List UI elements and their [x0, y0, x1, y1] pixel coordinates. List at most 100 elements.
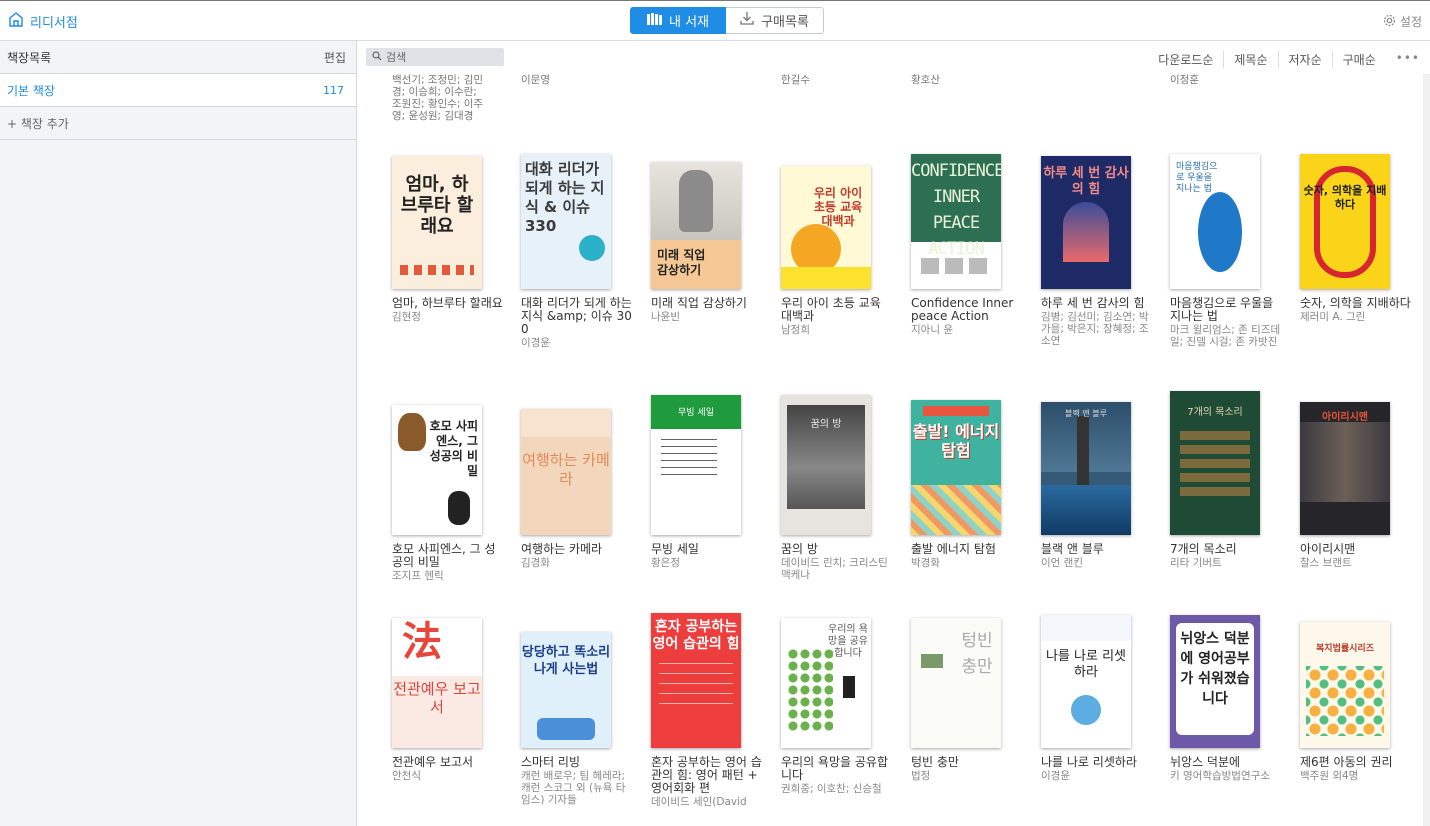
book-item[interactable]: 대화 리더가 되게 하는 지식 & 이슈 330 대화 리더가 되게 하는 지식… — [521, 154, 633, 349]
book-item[interactable]: 호모 사피엔스, 그 성공의 비밀 호모 사피엔스, 그 성공의 비밀 조지프 … — [392, 400, 504, 582]
settings-button[interactable]: 설정 — [1383, 13, 1422, 30]
book-cover[interactable]: 미래 직업 감상하기 — [651, 162, 741, 289]
books-icon — [646, 12, 662, 29]
book-item[interactable]: 뉘앙스 덕분에 영어공부가 쉬워졌습니다 뉘앙스 덕분에 키 영어학습방법연구소 — [1170, 613, 1282, 782]
book-item[interactable]: 꿈의 방 꿈의 방 데이비드 린치; 크리스틴 맥케나 — [781, 395, 893, 581]
book-cover[interactable]: 출발! 에너지 탐험 — [911, 400, 1001, 535]
book-cover[interactable]: 당당하고 똑소리나게 사는법 — [521, 632, 611, 748]
shelf-name: 기본 책장 — [7, 83, 55, 98]
book-item[interactable]: 출발! 에너지 탐험 출발 에너지 탐험 박경화 — [911, 400, 1023, 569]
scrollbar[interactable] — [1423, 74, 1430, 826]
book-item[interactable]: 마음챙김으로 우울을 지나는 법 마음챙김으로 우울을 지나는 법 마크 윌리엄… — [1170, 154, 1282, 348]
book-cover[interactable]: 뉘앙스 덕분에 영어공부가 쉬워졌습니다 — [1170, 615, 1260, 748]
book-title: 출발 에너지 탐험 — [911, 542, 996, 556]
book-cover[interactable]: 블랙 앤 블루 — [1041, 402, 1131, 535]
book-cover[interactable]: 숫자, 의학을 지배하다 — [1300, 154, 1390, 289]
book-item[interactable]: 우리의 욕망을 공유합니다 우리의 욕망을 공유합니다 권희중; 이호찬; 신승… — [781, 613, 893, 795]
sort-options: 다운로드순 제목순 저자순 구매순 ••• — [1148, 51, 1430, 68]
book-author: 법정 — [911, 770, 931, 782]
sort-download[interactable]: 다운로드순 — [1148, 51, 1223, 68]
book-title: 혼자 공부하는 영어 습관의 힘: 영어 패턴 + 영어회화 편 — [651, 755, 762, 795]
sort-title[interactable]: 제목순 — [1223, 51, 1277, 68]
tab-purchases[interactable]: 구매목록 — [726, 7, 824, 34]
book-item[interactable]: 무빙 세일 무빙 세일 황은정 — [651, 395, 763, 569]
book-author: 키 영어학습방법연구소 — [1170, 770, 1270, 782]
cover-title: CONFIDENCE INNER PEACE ACTION — [911, 161, 1001, 259]
book-author: 김병; 김선미; 김소연; 박가을; 박은지; 장혜정; 조소연 — [1041, 311, 1149, 347]
book-title: 여행하는 카메라 — [521, 542, 603, 556]
cover-title: 여행하는 카메라 — [522, 451, 610, 488]
book-title: 우리의 욕망을 공유합니다 — [781, 755, 888, 782]
add-shelf-button[interactable]: + 책장 추가 — [0, 107, 356, 140]
book-item[interactable]: 당당하고 똑소리나게 사는법 스마터 리빙 캐런 배로우; 팀 헤레라; 캐런 … — [521, 613, 633, 806]
book-author: 조지프 헨릭 — [392, 570, 444, 582]
cover-title: 복지법률시리즈 — [1316, 644, 1374, 654]
book-cover[interactable]: 혼자 공부하는 영어 습관의 힘 — [651, 613, 741, 748]
book-cover[interactable]: 法 전관예우 보고서 — [392, 618, 482, 748]
download-icon — [740, 12, 754, 29]
sort-purchase[interactable]: 구매순 — [1331, 51, 1386, 68]
book-cover[interactable]: 아이리시맨 — [1300, 402, 1390, 535]
book-item[interactable]: 복지법률시리즈 제6편 아동의 권리 백주원 외4명 — [1300, 613, 1412, 782]
cover-title: 대화 리더가 되게 하는 지식 & 이슈 330 — [525, 160, 605, 235]
book-item[interactable]: 텅빈 충만 텅빈 충만 법정 — [911, 613, 1023, 782]
book-cover[interactable]: 호모 사피엔스, 그 성공의 비밀 — [392, 405, 482, 535]
book-cover[interactable]: 엄마, 하브루타 할래요 — [392, 156, 482, 289]
book-item[interactable]: 숫자, 의학을 지배하다 숫자, 의학을 지배하다 제러미 A. 그린 — [1300, 154, 1412, 323]
book-item[interactable]: 엄마, 하브루타 할래요 엄마, 하브루타 할래요 김현정 — [392, 154, 504, 323]
cover-title: 엄마, 하브루타 할래요 — [400, 174, 474, 237]
cover-title: 혼자 공부하는 영어 습관의 힘 — [652, 619, 740, 652]
book-cover[interactable]: 우리의 욕망을 공유합니다 — [781, 618, 871, 748]
sort-author[interactable]: 저자순 — [1277, 51, 1332, 68]
book-cover[interactable]: 마음챙김으로 우울을 지나는 법 — [1170, 154, 1260, 289]
book-cover[interactable]: 우리 아이 초등 교육 대백과 — [781, 166, 871, 289]
book-item[interactable]: 法 전관예우 보고서 전관예우 보고서 안천식 — [392, 613, 504, 782]
book-title: 하루 세 번 감사의 힘 — [1041, 296, 1145, 310]
book-item[interactable]: 미래 직업 감상하기 미래 직업 감상하기 나윤빈 — [651, 154, 763, 323]
book-author: 백주원 외4명 — [1300, 770, 1359, 782]
book-cover[interactable]: 복지법률시리즈 — [1300, 622, 1390, 748]
book-author: 김경화 — [521, 557, 550, 569]
book-author: 권희중; 이호찬; 신승철 — [781, 783, 882, 795]
book-cover[interactable]: 여행하는 카메라 — [521, 409, 611, 535]
top-bar: 리디서점 내 서재 구매목록 설정 — [0, 0, 1430, 41]
book-title: 숫자, 의학을 지배하다 — [1300, 296, 1411, 310]
tab-purchases-label: 구매목록 — [761, 15, 809, 30]
book-author: 이문영 — [521, 74, 550, 86]
more-options-icon[interactable]: ••• — [1386, 51, 1430, 68]
book-item[interactable]: 7개의 목소리 7개의 목소리 리타 기버트 — [1170, 391, 1282, 569]
book-item[interactable]: 나를 나로 리셋하라 나를 나로 리셋하라 이경윤 — [1041, 613, 1153, 782]
book-item[interactable]: 하루 세 번 감사의 힘 하루 세 번 감사의 힘 김병; 김선미; 김소연; … — [1041, 154, 1153, 347]
book-cover[interactable]: 하루 세 번 감사의 힘 — [1041, 156, 1131, 289]
book-title: 텅빈 충만 — [911, 755, 959, 769]
ridi-store-link[interactable]: 리디서점 — [8, 12, 78, 31]
book-author: 황호산 — [911, 74, 940, 86]
settings-label: 설정 — [1399, 15, 1422, 29]
book-item[interactable]: 여행하는 카메라 여행하는 카메라 김경화 — [521, 400, 633, 569]
book-cover[interactable]: CONFIDENCE INNER PEACE ACTION — [911, 154, 1001, 289]
book-cover[interactable]: 나를 나로 리셋하라 — [1041, 615, 1131, 748]
library-toolbar: 검색 다운로드순 제목순 저자순 구매순 ••• — [358, 41, 1430, 74]
book-item[interactable]: 아이리시맨 아이리시맨 찰스 브랜트 — [1300, 400, 1412, 569]
book-item[interactable]: 블랙 앤 블루 블랙 앤 블루 이언 랜킨 — [1041, 400, 1153, 569]
book-cover[interactable]: 무빙 세일 — [651, 395, 741, 535]
book-item[interactable]: CONFIDENCE INNER PEACE ACTION Confidence… — [911, 154, 1023, 336]
shelf-item-default[interactable]: 기본 책장 117 — [0, 74, 356, 107]
book-author: 한길수 — [781, 74, 810, 86]
book-author: 이정훈 — [1170, 74, 1199, 86]
book-cover[interactable]: 꿈의 방 — [781, 395, 871, 535]
edit-shelves-button[interactable]: 편집 — [324, 49, 346, 66]
shelf-list-header: 책장목록 편집 — [0, 41, 356, 74]
search-input[interactable]: 검색 — [366, 48, 504, 66]
book-author: 남정희 — [781, 324, 810, 336]
book-cover[interactable]: 7개의 목소리 — [1170, 391, 1260, 535]
book-author: 제러미 A. 그린 — [1300, 311, 1366, 323]
tab-my-library[interactable]: 내 서재 — [630, 7, 726, 34]
cover-title: 7개의 목소리 — [1187, 407, 1243, 418]
book-item[interactable]: 우리 아이 초등 교육 대백과 우리 아이 초등 교육 대백과 남정희 — [781, 154, 893, 336]
book-cover[interactable]: 대화 리더가 되게 하는 지식 & 이슈 330 — [521, 154, 611, 289]
tab-my-library-label: 내 서재 — [668, 15, 709, 30]
cover-title: 우리의 욕망을 공유합니다 — [828, 624, 868, 659]
book-cover[interactable]: 텅빈 충만 — [911, 618, 1001, 748]
book-item[interactable]: 혼자 공부하는 영어 습관의 힘 혼자 공부하는 영어 습관의 힘: 영어 패턴… — [651, 613, 763, 808]
